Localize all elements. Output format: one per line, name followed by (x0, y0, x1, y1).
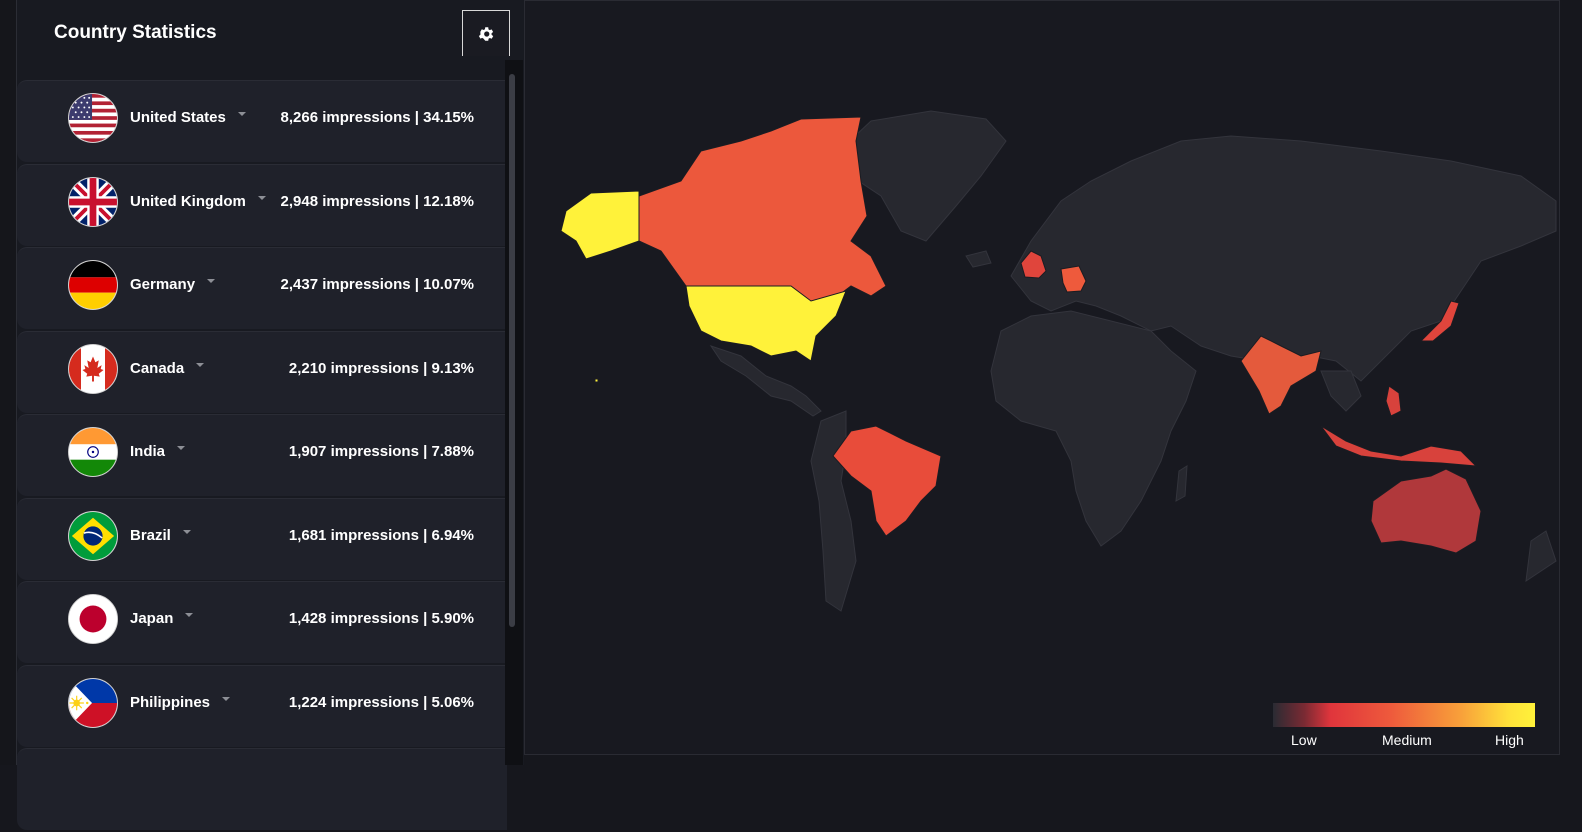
caret-down-icon[interactable] (177, 446, 186, 451)
caret-down-icon[interactable] (222, 696, 231, 701)
list-item[interactable] (17, 748, 507, 830)
impressions-text: 8,266 impressions | 34.15% (280, 109, 474, 126)
country-name: Germany (130, 276, 216, 293)
indonesia-shape (1320, 425, 1478, 467)
country-name: Japan (130, 610, 194, 627)
brazil-flag-icon (68, 510, 118, 561)
caret-down-icon[interactable] (257, 195, 266, 200)
legend-labels: Low Medium High (1273, 727, 1535, 748)
impressions-text: 2,948 impressions | 12.18% (280, 192, 474, 210)
gear-icon (478, 26, 494, 41)
list-item[interactable]: Canada 2,210 impressions | 9.13% (17, 330, 507, 413)
country-statistics-panel: Country Statistics United States 8,266 i… (16, 0, 524, 830)
legend-gradient (1273, 703, 1535, 727)
madagascar-shape (1175, 465, 1188, 502)
impressions-text: 2,210 impressions | 9.13% (288, 359, 474, 377)
map-legend: Low Medium High (1273, 703, 1535, 748)
country-name: United States (130, 109, 246, 126)
country-name: India (130, 443, 186, 460)
scrollbar[interactable] (505, 60, 523, 765)
australia-shape (1370, 468, 1482, 554)
caret-down-icon[interactable] (237, 112, 246, 117)
list-item[interactable]: Philippines 1,224 impressions | 5.06% (17, 664, 507, 747)
list-item[interactable]: Japan 1,428 impressions | 5.90% (17, 581, 507, 663)
hawaii-dot (594, 378, 599, 383)
impressions-text: 1,428 impressions | 5.90% (288, 610, 474, 627)
canada-flag-icon (68, 343, 118, 394)
uk-flag-icon (68, 176, 118, 227)
country-name: Canada (130, 359, 205, 377)
impressions-text: 1,224 impressions | 5.06% (288, 693, 474, 711)
india-flag-icon (68, 427, 118, 477)
world-map[interactable]: Low Medium High (524, 0, 1560, 755)
country-label: Japan (130, 610, 174, 627)
country-label: Germany (130, 276, 196, 293)
caret-down-icon[interactable] (196, 362, 205, 367)
country-label: United States (130, 109, 226, 126)
germany-flag-icon (68, 260, 118, 310)
list-item[interactable]: India 1,907 impressions | 7.88% (17, 414, 507, 496)
impressions-text: 1,681 impressions | 6.94% (288, 526, 474, 544)
list-item[interactable]: United States 8,266 impressions | 34.15% (17, 80, 507, 162)
nz-shape (1525, 530, 1557, 583)
settings-button[interactable] (462, 10, 510, 56)
country-label: Brazil (130, 526, 171, 544)
country-name: Philippines (130, 693, 231, 711)
iceland-shape (965, 250, 992, 268)
country-name: United Kingdom (130, 193, 266, 210)
world-map-svg (560, 110, 1557, 612)
country-name: Brazil (130, 527, 191, 544)
alaska-shape (560, 190, 640, 260)
country-label: India (130, 443, 166, 460)
country-label: Philippines (130, 693, 211, 711)
country-label: Canada (130, 359, 185, 377)
southeast-asia-shape (1320, 370, 1362, 412)
left-gutter (0, 0, 16, 765)
impressions-text: 2,437 impressions | 10.07% (280, 276, 474, 293)
africa-shape (990, 310, 1197, 547)
country-list: United States 8,266 impressions | 34.15%… (17, 80, 507, 832)
caret-down-icon[interactable] (185, 613, 194, 618)
japan-flag-icon (68, 594, 118, 644)
caret-down-icon[interactable] (207, 279, 216, 284)
list-item[interactable]: Brazil 1,681 impressions | 6.94% (17, 497, 507, 580)
us-flag-icon (68, 93, 118, 143)
country-label: United Kingdom (130, 192, 246, 210)
panel-title: Country Statistics (54, 22, 217, 43)
legend-high-label: High (1495, 732, 1524, 748)
philippines-shape (1385, 385, 1402, 417)
canada-shape (638, 116, 887, 307)
list-item[interactable]: Germany 2,437 impressions | 10.07% (17, 247, 507, 329)
legend-low-label: Low (1291, 732, 1317, 748)
caret-down-icon[interactable] (182, 529, 191, 534)
legend-medium-label: Medium (1382, 732, 1432, 748)
impressions-text: 1,907 impressions | 7.88% (288, 443, 474, 460)
philippines-flag-icon (68, 677, 118, 728)
scrollbar-thumb[interactable] (509, 74, 515, 627)
list-item[interactable]: United Kingdom 2,948 impressions | 12.18… (17, 163, 507, 246)
